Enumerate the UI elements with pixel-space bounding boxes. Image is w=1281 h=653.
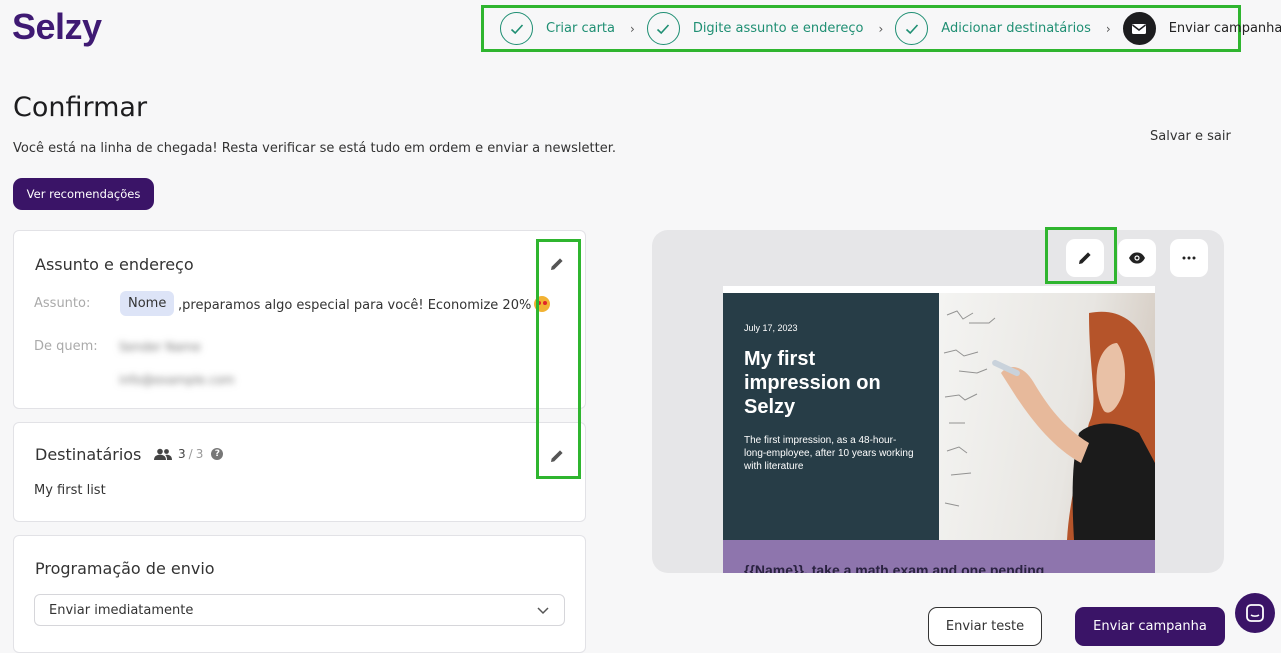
woman-whiteboard-image (943, 310, 1155, 540)
sender-email: info@example.com (119, 373, 235, 387)
step-label: Enviar campanha (1168, 21, 1281, 36)
send-campaign-button[interactable]: Enviar campanha (1075, 607, 1225, 646)
hero-image (939, 293, 1155, 540)
subject-text: ,preparamos algo especial para você! Eco… (178, 296, 551, 313)
step-criar-carta[interactable]: Criar carta (500, 12, 615, 45)
eye-icon (1129, 252, 1145, 264)
step-assunto-endereco[interactable]: Digite assunto e endereço (646, 12, 864, 45)
list-name: My first list (34, 483, 106, 498)
from-label: De quem: (34, 339, 98, 354)
schedule-select-value: Enviar imediatamente (49, 602, 194, 618)
send-test-button[interactable]: Enviar teste (928, 607, 1042, 646)
hero-text-block: July 17, 2023 My first impression on Sel… (723, 293, 939, 540)
step-destinatarios[interactable]: Adicionar destinatários (895, 12, 1091, 45)
email-band: {{Name}}, take a math exam and one pendi… (723, 540, 1155, 573)
save-exit-link[interactable]: Salvar e sair (1150, 129, 1231, 144)
schedule-card: Programação de envio Enviar imediatament… (13, 535, 586, 653)
more-icon (1182, 256, 1196, 260)
chat-icon (1246, 604, 1264, 622)
selzy-logo[interactable]: Selzy (12, 6, 102, 48)
schedule-select[interactable]: Enviar imediatamente (34, 594, 565, 626)
email-hero: July 17, 2023 My first impression on Sel… (723, 293, 1155, 540)
recipient-count-total: 3 (195, 447, 204, 461)
edit-buttons-highlight (536, 239, 581, 479)
recommendations-button[interactable]: Ver recomendações (13, 178, 154, 210)
page-title: Confirmar (13, 92, 148, 123)
card-title: Destinatários (35, 445, 142, 464)
check-icon (646, 12, 680, 45)
email-date: July 17, 2023 (744, 323, 798, 333)
recipients-card: Destinatários 3 / 3 ? My first list (13, 422, 586, 522)
chevron-right-icon: › (630, 21, 635, 36)
band-text: {{Name}}, take a math exam and one pendi… (744, 562, 1045, 573)
recipient-count-value: 3 (178, 447, 186, 461)
recipient-count: 3 / 3 ? (154, 447, 224, 461)
chevron-right-icon: › (878, 21, 884, 36)
check-icon (895, 12, 929, 45)
step-enviar-campanha[interactable]: Enviar campanha (1122, 12, 1281, 45)
step-label: Adicionar destinatários (941, 21, 1091, 36)
name-tag: Nome (120, 291, 175, 316)
step-label: Digite assunto e endereço (692, 21, 864, 36)
subject-card: Assunto e endereço Assunto: Nome ,prepar… (13, 230, 586, 409)
card-title: Assunto e endereço (35, 255, 194, 274)
email-preview: July 17, 2023 My first impression on Sel… (652, 230, 1224, 573)
preview-button[interactable] (1118, 239, 1156, 277)
help-icon[interactable]: ? (211, 448, 224, 460)
subject-text-value: ,preparamos algo especial para você! Eco… (178, 298, 532, 313)
users-icon (154, 448, 172, 460)
step-label: Criar carta (546, 21, 615, 36)
campaign-stepper: Criar carta › Digite assunto e endereço … (481, 5, 1281, 52)
chevron-down-icon (537, 607, 549, 615)
chat-button[interactable] (1235, 593, 1275, 633)
sender-name: Sender Name (119, 340, 201, 354)
email-description: The first impression, as a 48-hour-long-… (744, 435, 914, 472)
edit-email-highlight (1045, 227, 1117, 284)
page-subtitle: Você está na linha de chegada! Resta ver… (13, 141, 617, 156)
subject-label: Assunto: (34, 296, 91, 311)
envelope-icon (1122, 12, 1156, 45)
more-options-button[interactable] (1170, 239, 1208, 277)
chevron-right-icon: › (1105, 21, 1111, 36)
card-title: Programação de envio (35, 559, 215, 578)
count-separator: / (188, 447, 193, 461)
check-icon (500, 12, 533, 45)
email-headline: My first impression on Selzy (744, 348, 881, 418)
email-canvas: July 17, 2023 My first impression on Sel… (723, 286, 1155, 573)
